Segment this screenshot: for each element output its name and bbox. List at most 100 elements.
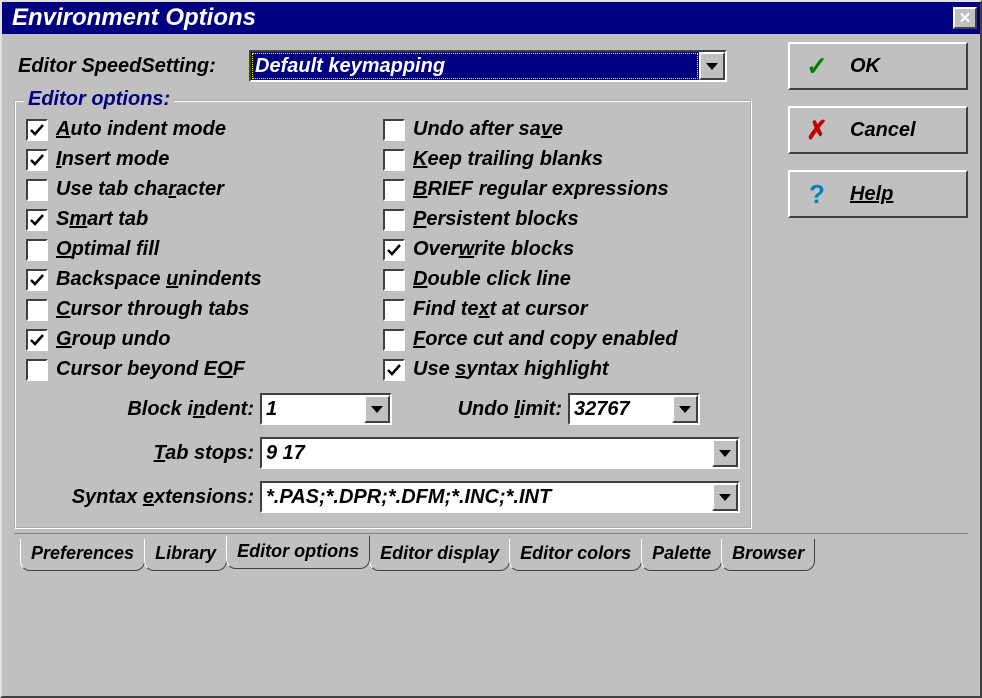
checkbox-box <box>383 179 405 201</box>
checkbox-label: Cursor beyond EOF <box>56 358 245 381</box>
checkbox-box <box>383 149 405 171</box>
environment-options-dialog: Environment Options ✕ Editor SpeedSettin… <box>0 0 982 698</box>
checkbox-box <box>26 119 48 141</box>
checkbox-right-7[interactable]: Force cut and copy enabled <box>383 328 740 351</box>
checkbox-left-0[interactable]: Auto indent mode <box>26 118 383 141</box>
tab-editor-options[interactable]: Editor options <box>226 535 370 569</box>
window-title: Environment Options <box>12 4 256 32</box>
speed-setting-label: Editor SpeedSetting: <box>14 55 249 78</box>
checkbox-label: Find text at cursor <box>413 298 587 321</box>
syntax-extensions-row: Syntax extensions: *.PAS;*.DPR;*.DFM;*.I… <box>26 481 740 513</box>
dropdown-arrow-icon <box>712 439 738 467</box>
ok-button[interactable]: ✓ OK <box>788 42 968 90</box>
help-button[interactable]: ? Help <box>788 170 968 218</box>
client-area: Editor SpeedSetting: Default keymapping … <box>2 34 980 696</box>
checkbox-label: Force cut and copy enabled <box>413 328 678 351</box>
checkbox-left-6[interactable]: Cursor through tabs <box>26 298 383 321</box>
checkbox-right-5[interactable]: Double click line <box>383 268 740 291</box>
checkbox-box <box>26 149 48 171</box>
speed-setting-dropdown[interactable]: Default keymapping <box>249 50 727 82</box>
dropdown-arrow-icon <box>672 395 698 423</box>
checkbox-left-column: Auto indent mode Insert mode Use tab chara… <box>26 118 383 381</box>
checkbox-box <box>383 269 405 291</box>
tab-library[interactable]: Library <box>144 539 227 571</box>
checkbox-right-0[interactable]: Undo after save <box>383 118 740 141</box>
editor-options-group: Editor options: Auto indent modeInsert m… <box>14 100 752 529</box>
tab-browser[interactable]: Browser <box>721 539 815 571</box>
checkbox-left-8[interactable]: Cursor beyond EOF <box>26 358 383 381</box>
checkbox-left-3[interactable]: Smart tab <box>26 208 383 231</box>
checkbox-left-5[interactable]: Backspace unindents <box>26 268 383 291</box>
checkbox-box <box>383 209 405 231</box>
cancel-button[interactable]: ✗ Cancel <box>788 106 968 154</box>
checkbox-box <box>26 359 48 381</box>
checkbox-label: BRIEF regular expressions <box>413 178 669 201</box>
dropdown-arrow-icon <box>364 395 390 423</box>
speed-setting-value: Default keymapping <box>251 52 699 80</box>
checkbox-label: Auto indent mode <box>56 118 226 141</box>
checkbox-left-4[interactable]: Optimal fill <box>26 238 383 261</box>
checkbox-label: Optimal fill <box>56 238 159 261</box>
checkbox-label: Use syntax highlight <box>413 358 609 381</box>
checkbox-label: Smart tab <box>56 208 148 231</box>
checkbox-box <box>383 119 405 141</box>
checkbox-box <box>26 179 48 201</box>
titlebar: Environment Options ✕ <box>2 2 980 34</box>
undo-limit-dropdown[interactable]: 32767 <box>568 393 700 425</box>
tab-stops-label: Tab stops: <box>26 442 260 465</box>
checkbox-label: Insert mode <box>56 148 169 171</box>
checkbox-left-2[interactable]: Use tab character <box>26 178 383 201</box>
checkbox-right-4[interactable]: Overwrite blocks <box>383 238 740 261</box>
checkbox-box <box>383 299 405 321</box>
checkbox-right-3[interactable]: Persistent blocks <box>383 208 740 231</box>
undo-limit-label: Undo limit: <box>392 398 568 421</box>
button-column: ✓ OK ✗ Cancel ? Help <box>788 42 968 218</box>
question-icon: ? <box>806 179 828 210</box>
block-indent-value: 1 <box>262 395 364 423</box>
checkbox-box <box>26 329 48 351</box>
bottom-tabs: PreferencesLibraryEditor optionsEditor d… <box>14 533 968 571</box>
checkbox-right-1[interactable]: Keep trailing blanks <box>383 148 740 171</box>
checkbox-box <box>26 299 48 321</box>
syntax-extensions-value: *.PAS;*.DPR;*.DFM;*.INC;*.INT <box>262 483 712 511</box>
checkbox-right-2[interactable]: BRIEF regular expressions <box>383 178 740 201</box>
block-indent-dropdown[interactable]: 1 <box>260 393 392 425</box>
tab-palette[interactable]: Palette <box>641 539 722 571</box>
tab-preferences[interactable]: Preferences <box>20 539 145 571</box>
dropdown-arrow-icon <box>712 483 738 511</box>
checkbox-box <box>383 359 405 381</box>
checkbox-left-7[interactable]: Group undo <box>26 328 383 351</box>
checkbox-left-1[interactable]: Insert mode <box>26 148 383 171</box>
checkbox-label: Use tab character <box>56 178 224 201</box>
checkbox-box <box>26 269 48 291</box>
checkbox-right-8[interactable]: Use syntax highlight <box>383 358 740 381</box>
tab-stops-row: Tab stops: 9 17 <box>26 437 740 469</box>
checkbox-label: Double click line <box>413 268 571 291</box>
tab-editor-display[interactable]: Editor display <box>369 539 510 571</box>
dropdown-arrow-icon <box>699 52 725 80</box>
syntax-extensions-label: Syntax extensions: <box>26 486 260 509</box>
checkbox-box <box>26 209 48 231</box>
syntax-extensions-dropdown[interactable]: *.PAS;*.DPR;*.DFM;*.INC;*.INT <box>260 481 740 513</box>
checkbox-right-6[interactable]: Find text at cursor <box>383 298 740 321</box>
checkbox-label: Keep trailing blanks <box>413 148 603 171</box>
checkbox-label: Persistent blocks <box>413 208 579 231</box>
close-icon: ✕ <box>959 9 972 27</box>
undo-limit-value: 32767 <box>570 395 672 423</box>
ok-label: OK <box>850 55 880 78</box>
checkbox-label: Overwrite blocks <box>413 238 574 261</box>
checkbox-box <box>26 239 48 261</box>
close-button[interactable]: ✕ <box>953 7 977 29</box>
tab-stops-dropdown[interactable]: 9 17 <box>260 437 740 469</box>
editor-options-legend: Editor options: <box>24 88 174 111</box>
checkbox-box <box>383 329 405 351</box>
help-label: Help <box>850 183 893 206</box>
checkbox-columns: Auto indent mode Insert mode Use tab chara… <box>26 118 740 381</box>
check-icon: ✓ <box>806 51 828 82</box>
checkbox-box <box>383 239 405 261</box>
tab-stops-value: 9 17 <box>262 439 712 467</box>
checkbox-label: Undo after save <box>413 118 563 141</box>
tab-editor-colors[interactable]: Editor colors <box>509 539 642 571</box>
checkbox-right-column: Undo after save Keep trailing blanks BRIEF… <box>383 118 740 381</box>
checkbox-label: Group undo <box>56 328 170 351</box>
